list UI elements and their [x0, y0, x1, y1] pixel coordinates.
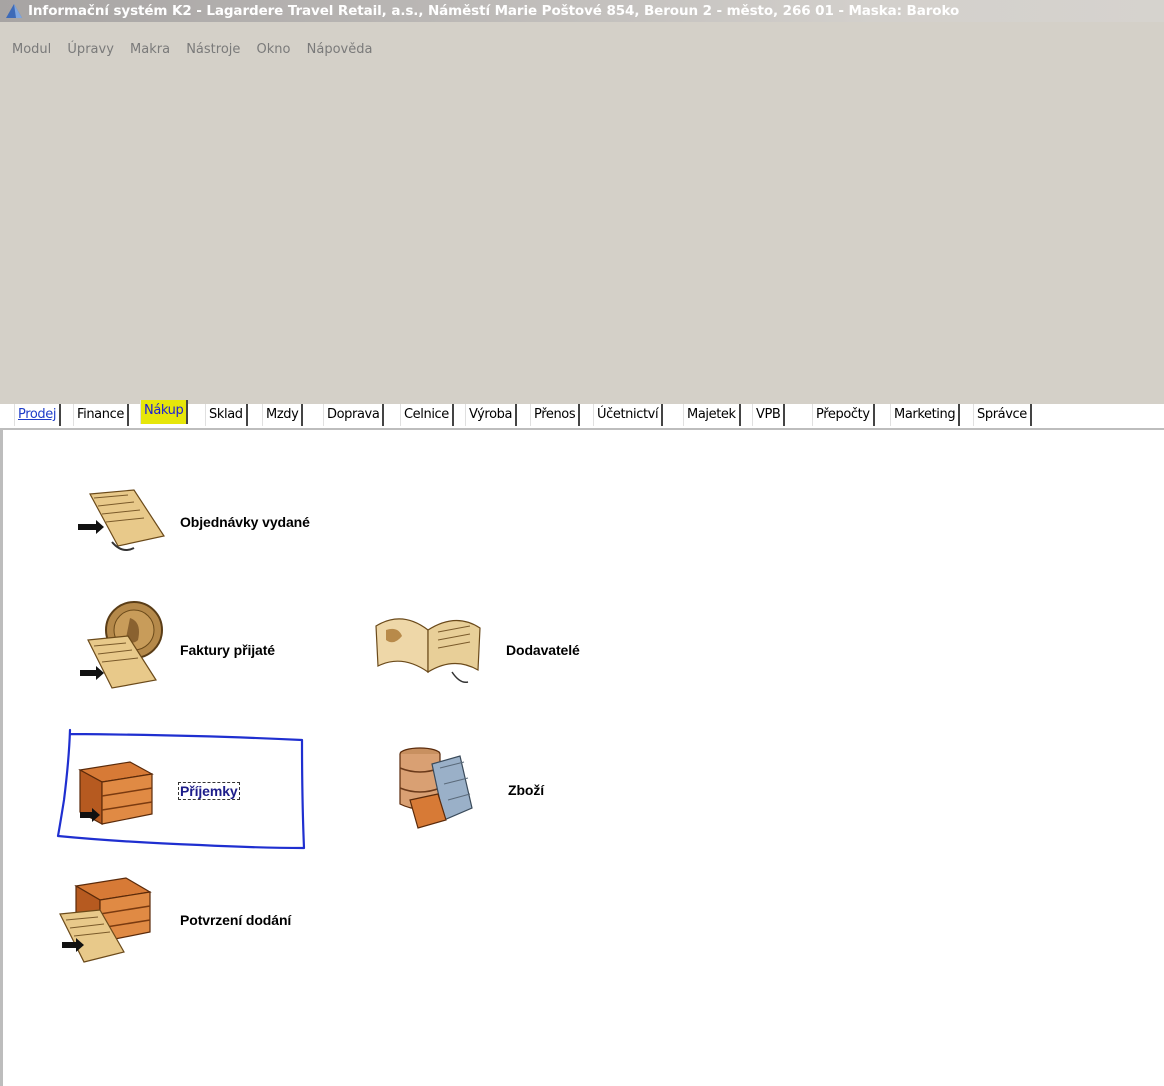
tab-mzdy[interactable]: Mzdy	[262, 404, 304, 426]
window-title: Informační systém K2 - Lagardere Travel …	[28, 3, 960, 19]
menu-item-upravy[interactable]: Úpravy	[67, 42, 113, 57]
module-label: Dodavatelé	[506, 642, 580, 658]
tab-vpb[interactable]: VPB	[752, 404, 786, 426]
tab-spravce[interactable]: Správce	[973, 404, 1032, 426]
menu-item-makra[interactable]: Makra	[130, 42, 170, 57]
module-prijemky[interactable]: Příjemky	[72, 752, 302, 832]
menu-bar: Modul Úpravy Makra Nástroje Okno Nápověd…	[12, 42, 384, 57]
module-zbozi[interactable]: Zboží	[396, 744, 596, 834]
invoice-coin-icon	[80, 601, 163, 689]
tab-ucetnictvi[interactable]: Účetnictví	[593, 404, 664, 426]
wooden-crate-icon	[78, 761, 154, 826]
tab-prodej[interactable]: Prodej	[14, 404, 62, 426]
document-scroll-icon	[78, 489, 165, 551]
tab-finance[interactable]: Finance	[73, 404, 129, 426]
crate-document-icon	[59, 877, 152, 963]
module-label: Příjemky	[178, 782, 240, 800]
menu-item-okno[interactable]: Okno	[257, 42, 291, 57]
tab-vyroba[interactable]: Výroba	[465, 404, 518, 426]
module-faktury-prijate[interactable]: Faktury přijaté	[72, 600, 332, 700]
module-label: Zboží	[508, 782, 545, 798]
tab-nakup[interactable]: Nákup	[140, 400, 189, 424]
tab-majetek[interactable]: Majetek	[683, 404, 741, 426]
window-title-bar: Informační systém K2 - Lagardere Travel …	[0, 0, 1164, 22]
module-dodavatele[interactable]: Dodavatelé	[372, 606, 632, 692]
module-objednavky-vydane[interactable]: Objednávky vydané	[72, 488, 352, 558]
module-label: Faktury přijaté	[180, 642, 275, 658]
k2-app-icon	[6, 4, 22, 18]
menu-item-nastroje[interactable]: Nástroje	[186, 42, 240, 57]
tab-marketing[interactable]: Marketing	[890, 404, 961, 426]
module-label: Potvrzení dodání	[180, 912, 292, 928]
tab-doprava[interactable]: Doprava	[323, 404, 385, 426]
module-potvrzeni-dodani[interactable]: Potvrzení dodání	[54, 870, 344, 970]
goods-barrel-fabric-icon	[399, 747, 473, 829]
tab-prepocty[interactable]: Přepočty	[812, 404, 875, 426]
tab-celnice[interactable]: Celnice	[400, 404, 454, 426]
menu-item-modul[interactable]: Modul	[12, 42, 51, 57]
workspace-area: Modul Úpravy Makra Nástroje Okno Nápověd…	[0, 22, 1164, 404]
module-label: Objednávky vydané	[180, 514, 310, 530]
menu-item-napoveda[interactable]: Nápověda	[307, 42, 373, 57]
tab-prenos[interactable]: Přenos	[530, 404, 581, 426]
module-tab-strip: Prodej Finance Nákup Sklad Mzdy Doprava …	[0, 400, 1164, 430]
tab-sklad[interactable]: Sklad	[205, 404, 248, 426]
open-book-icon	[375, 618, 481, 684]
